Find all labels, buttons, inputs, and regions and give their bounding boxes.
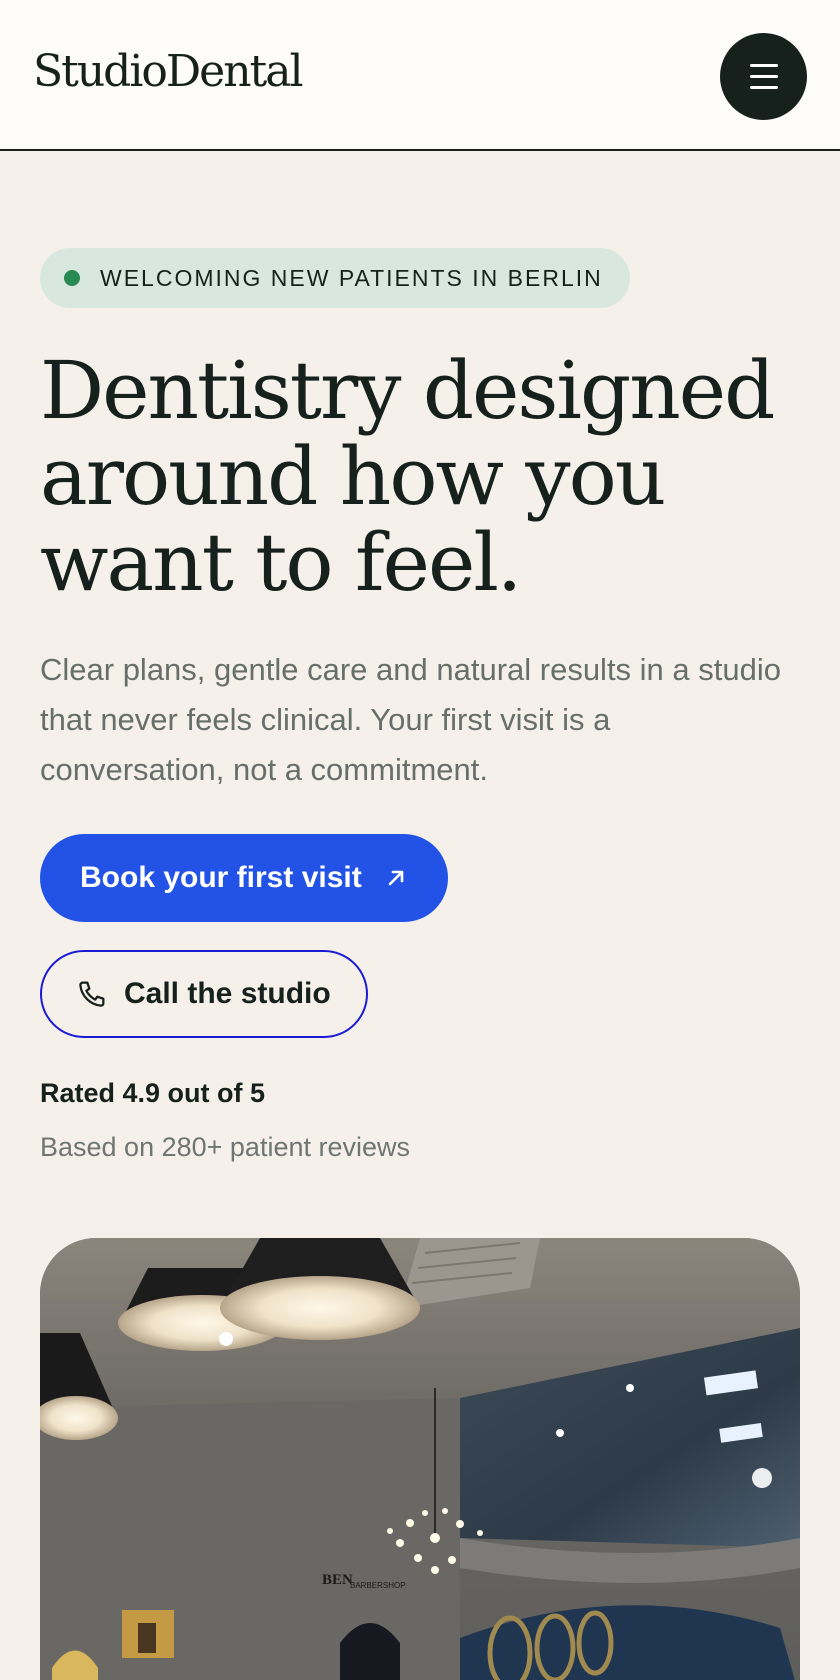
logo[interactable]: StudioDental <box>33 46 304 97</box>
site-header: StudioDental <box>0 0 840 151</box>
photo-sign-main: BEN <box>322 1572 353 1588</box>
hamburger-menu-icon <box>749 64 778 67</box>
status-badge: WELCOMING NEW PATIENTS IN BERLIN <box>40 248 630 308</box>
book-visit-button[interactable]: Book your first visit <box>40 834 448 922</box>
page-title: Dentistry designed around how you want t… <box>40 344 775 609</box>
phone-icon <box>79 981 105 1007</box>
rating-text: Rated 4.9 out of 5 <box>40 1078 266 1108</box>
photo-sign-sub: BARBERSHOP <box>350 1581 406 1590</box>
arrow-up-right-icon <box>388 870 404 886</box>
book-visit-label: Book your first visit <box>80 861 362 894</box>
intro-text: Clear plans, gentle care and natural res… <box>40 652 781 787</box>
studio-interior-photo: BEN BARBERSHOP <box>40 1238 800 1680</box>
call-studio-button[interactable]: Call the studio <box>40 950 368 1038</box>
menu-button[interactable] <box>720 33 807 120</box>
reviews-text: Based on 280+ patient reviews <box>40 1132 410 1162</box>
badge-label: WELCOMING NEW PATIENTS IN BERLIN <box>100 264 603 291</box>
studio-interior-illustration: BEN BARBERSHOP <box>40 1238 800 1680</box>
status-dot-icon <box>64 270 80 286</box>
call-studio-label: Call the studio <box>124 977 331 1010</box>
